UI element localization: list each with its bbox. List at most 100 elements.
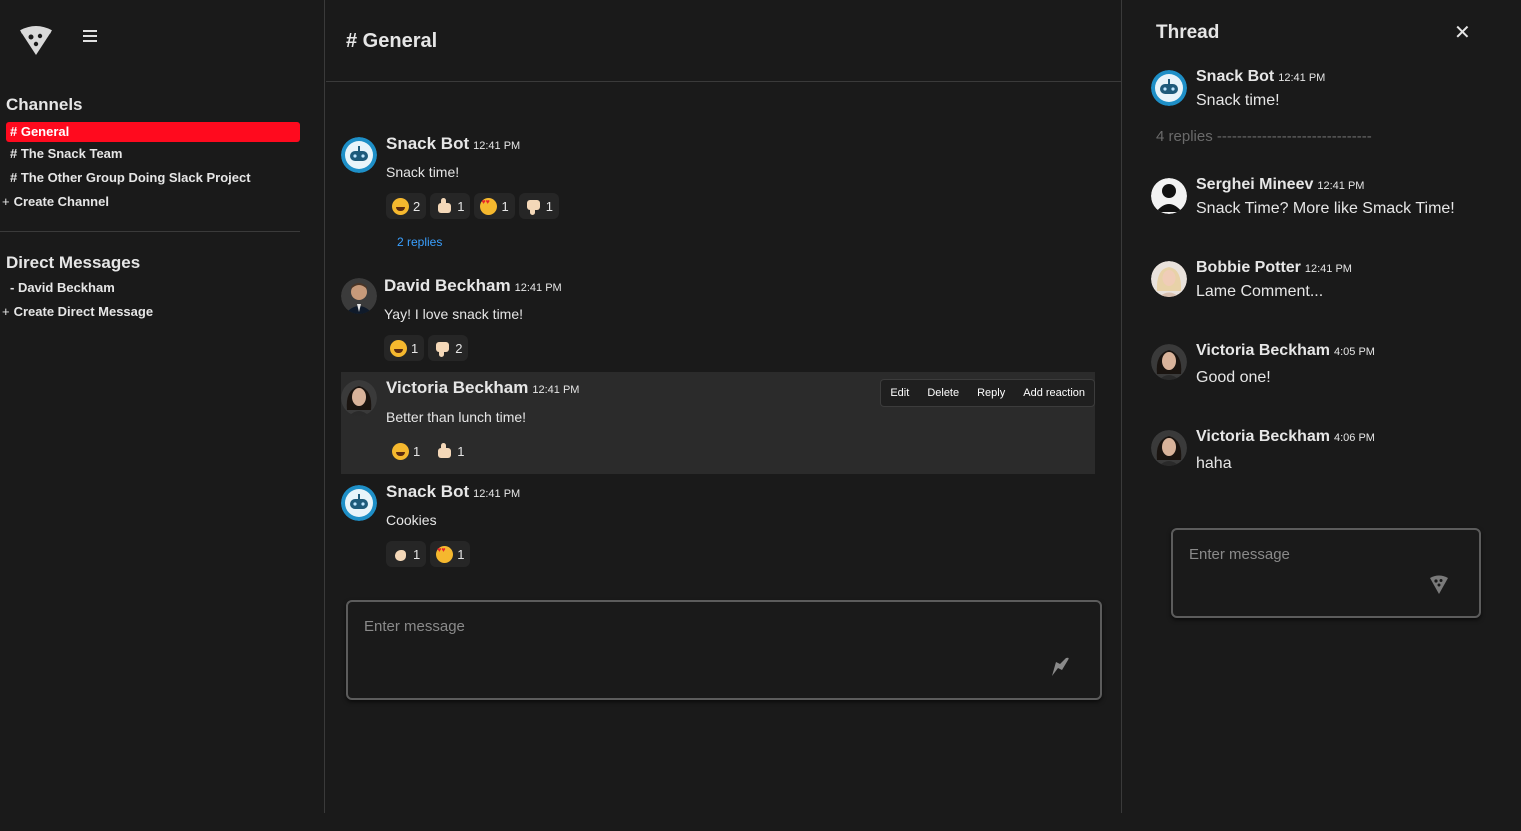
pizza-logo-icon <box>18 22 54 56</box>
message-author: Victoria Beckham 12:41 PM <box>386 378 579 398</box>
thread-reply: Victoria Beckham 4:06 PM haha <box>1151 428 1501 478</box>
heart-eyes-emoji-icon <box>480 197 498 215</box>
edit-button[interactable]: Edit <box>881 380 918 406</box>
sidebar-divider <box>0 231 300 232</box>
message-time: 4:06 PM <box>1334 432 1375 444</box>
reaction-count: 2 <box>413 198 421 214</box>
author-name: Victoria Beckham <box>1196 428 1330 445</box>
plus-icon: + <box>2 304 10 319</box>
message-author: Serghei Mineev 12:41 PM <box>1196 176 1364 194</box>
reaction-list: 1 1 <box>386 541 471 567</box>
message-time: 12:41 PM <box>532 384 580 396</box>
message-text: Yay! I love snack time! <box>384 306 524 322</box>
message-time: 12:41 PM <box>1278 72 1326 84</box>
reply-button[interactable]: Reply <box>968 380 1014 406</box>
plus-icon: + <box>2 194 10 209</box>
reaction-love-button[interactable]: 1 <box>474 193 515 219</box>
pizza-send-icon[interactable] <box>1427 572 1451 601</box>
message-time: 12:41 PM <box>473 488 521 500</box>
message-time: 4:05 PM <box>1334 346 1375 358</box>
author-name: Bobbie Potter <box>1196 259 1301 276</box>
replies-link[interactable]: 2 replies <box>397 235 442 249</box>
author-name: Serghei Mineev <box>1196 176 1314 193</box>
message-time: 12:41 PM <box>514 282 562 294</box>
thread-parent-message: Snack Bot 12:41 PM Snack time! <box>1151 68 1501 118</box>
thread-panel: Thread ✕ Snack Bot 12:41 PM Snack time! 4… <box>1123 0 1521 831</box>
sidebar-item-the-other-group[interactable]: # The Other Group Doing Slack Project <box>6 168 300 188</box>
thumbs-up-emoji-icon <box>436 197 453 215</box>
thread-reply: Bobbie Potter 12:41 PM Lame Comment... <box>1151 259 1501 309</box>
message-author: Victoria Beckham 4:06 PM <box>1196 428 1375 446</box>
message-text: Cookies <box>386 512 437 528</box>
robot-avatar <box>1151 70 1187 106</box>
pinching-hand-emoji-icon <box>392 546 409 563</box>
message-time: 12:41 PM <box>1304 263 1352 275</box>
message-item[interactable]: Victoria Beckham 12:41 PM Better than lun… <box>341 372 1095 474</box>
reaction-list: 2 1 1 1 <box>386 193 559 219</box>
sidebar-item-general[interactable]: # General <box>6 122 300 142</box>
message-text: Snack time! <box>386 164 460 180</box>
laughing-emoji-icon <box>392 442 409 460</box>
reaction-count: 1 <box>501 198 509 214</box>
message-text: Lame Comment... <box>1196 283 1324 300</box>
reaction-count: 2 <box>455 340 463 356</box>
reaction-list: 1 2 <box>384 335 469 361</box>
sidebar-item-dm-david-beckham[interactable]: - David Beckham <box>6 278 300 298</box>
direct-messages-title: Direct Messages <box>6 253 141 272</box>
message-author: Victoria Beckham 4:05 PM <box>1196 342 1375 360</box>
reaction-count: 1 <box>457 443 465 459</box>
delete-button[interactable]: Delete <box>918 380 968 406</box>
message-item: Snack Bot12:41 PM Snack time! 2 1 1 1 2 … <box>341 130 1095 260</box>
reaction-thumbdown-button[interactable]: 1 <box>518 193 559 219</box>
create-dm-label: Create Direct Message <box>13 304 154 319</box>
create-channel-label: Create Channel <box>13 194 109 209</box>
author-name: Snack Bot <box>1196 68 1275 85</box>
message-author: Snack Bot 12:41 PM <box>386 482 520 502</box>
reaction-thumbdown-button[interactable]: 2 <box>428 335 469 361</box>
add-reaction-button[interactable]: Add reaction <box>1014 380 1094 406</box>
thread-message-composer <box>1171 528 1481 618</box>
message-time: 12:41 PM <box>1317 180 1365 192</box>
robot-avatar <box>341 485 377 521</box>
hamburger-menu-icon[interactable] <box>83 28 101 46</box>
message-author: Snack Bot 12:41 PM <box>386 134 520 154</box>
thread-message-input[interactable] <box>1187 544 1421 604</box>
message-input[interactable] <box>362 616 1026 680</box>
message-item: Snack Bot12:41 PM Cookies 1 1 <box>341 478 1095 573</box>
thread-reply: Victoria Beckham 4:05 PM Good one! <box>1151 342 1501 392</box>
close-icon[interactable]: ✕ <box>1454 20 1471 45</box>
user-avatar <box>1151 261 1187 297</box>
send-icon[interactable] <box>1048 654 1072 683</box>
message-item: David Beckham 12:41 PM Yay! I love snack … <box>341 272 1095 367</box>
heart-eyes-emoji-icon <box>436 545 454 563</box>
message-time: 12:41 PM <box>473 140 521 152</box>
robot-avatar <box>341 137 377 173</box>
reaction-laugh-button[interactable]: 1 <box>386 438 426 464</box>
author-name: Victoria Beckham <box>386 378 529 397</box>
reaction-thumbup-button[interactable]: 1 <box>430 193 471 219</box>
thread-reply: Serghei Mineev 12:41 PM Snack Time? More … <box>1151 176 1501 226</box>
user-avatar <box>1151 430 1187 466</box>
reaction-love-button[interactable]: 1 <box>430 541 471 567</box>
main-panel: # General Snack Bot 12:41 PM Snack time! … <box>326 0 1122 813</box>
message-text: Good one! <box>1196 369 1271 386</box>
reaction-count: 1 <box>545 198 553 214</box>
reaction-count: 1 <box>457 546 465 562</box>
message-composer <box>346 600 1102 700</box>
sidebar: Channels # General # The Snack Team # Th… <box>0 0 325 813</box>
thumbs-down-emoji-icon <box>434 340 451 357</box>
user-avatar <box>341 278 377 314</box>
message-author: Bobbie Potter 12:41 PM <box>1196 259 1352 277</box>
reaction-thumbup-button[interactable]: 1 <box>430 438 470 464</box>
laughing-emoji-icon <box>392 197 409 215</box>
message-author: David Beckham 12:41 PM <box>384 276 562 296</box>
author-name: Snack Bot <box>386 134 470 153</box>
reaction-pinch-button[interactable]: 1 <box>386 541 427 567</box>
sidebar-item-the-snack-team[interactable]: # The Snack Team <box>6 144 300 164</box>
create-channel-button[interactable]: + Create Channel <box>2 192 109 212</box>
message-text: Better than lunch time! <box>386 409 527 425</box>
reaction-laugh-button[interactable]: 1 <box>384 335 425 361</box>
create-direct-message-button[interactable]: + Create Direct Message <box>2 302 153 322</box>
reaction-laugh-button[interactable]: 2 <box>386 193 427 219</box>
thumbs-up-emoji-icon <box>436 442 453 460</box>
